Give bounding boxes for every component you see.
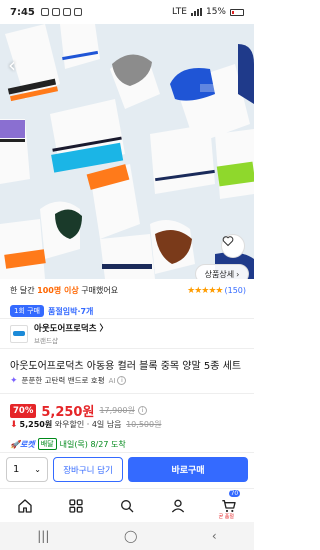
rocket-delivery-icon: 🚀로켓 [10,439,35,449]
original-price: 17,900원 [99,406,135,415]
stock-status: 품절임박·7개 [48,306,94,316]
battery-icon [230,8,244,16]
chevron-down-icon: ⌄ [34,465,41,474]
back-icon[interactable]: ‹ [212,529,217,543]
delivery-row: 🚀로켓 배달 내일(목) 8/27 도착 [10,438,246,450]
signal-icon [190,8,202,16]
home-circle-icon[interactable]: ◯ [124,529,137,543]
nav-cart[interactable]: 70 곧 품절 [215,489,243,520]
nav-home[interactable] [11,492,39,520]
divider [0,393,254,394]
socks-product-photo [0,24,254,279]
divider [0,318,254,319]
cart-icon [221,499,236,512]
product-detail-label: 상품상세 [204,269,235,279]
back-button[interactable]: ‹ [8,55,28,76]
price-row: 70% 5,250원 17,900원 i [10,401,246,420]
heart-icon [222,236,234,247]
wow-discount-text: 와우할인 · 4일 남음 [54,420,122,429]
battery-label: 15% [205,7,226,17]
purchase-bar: 1 ⌄ 장바구니 담기 바로구매 [0,452,254,486]
divider [0,348,254,349]
notification-icons [40,8,82,16]
status-bar: 7:45 LTE 15% [0,0,254,24]
buyers-rating-row: 한 달간 100명 이상 구매했어요 ★★★★★ (150) [10,285,246,296]
rating-link[interactable]: ★★★★★ (150) [187,286,246,296]
search-icon [120,499,134,512]
ai-summary-text: 푼푼한 고탄력 밴드로 호평 [21,376,105,385]
sale-price: 5,250원 [41,405,95,420]
bottom-nav: 70 곧 품절 [0,488,254,522]
buy-now-button[interactable]: 바로구매 [128,457,248,482]
cart-count-badge: 70 [228,489,241,497]
buyers-count: 100명 이상 [37,286,79,295]
add-to-cart-button[interactable]: 장바구니 담기 [53,457,123,482]
nav-category[interactable] [62,492,90,520]
brand-logo [10,324,28,343]
brand-name: 아웃도어프로덕츠 〉 [34,324,109,334]
ai-tag: AI [108,376,116,385]
review-count: (150) [224,286,246,295]
info-icon[interactable]: i [137,406,147,415]
star-rating-icon: ★★★★★ [187,285,223,296]
purchase-badge-row: 1회 구매 품절임박·7개 [10,305,246,317]
info-icon[interactable]: i [117,376,127,385]
brand-shop-link[interactable]: 아웃도어프로덕츠 〉 브랜드샵 [10,322,246,345]
home-icon [18,498,33,513]
delivery-date: 내일(목) 8/27 도착 [59,439,126,449]
ai-review-summary[interactable]: ✦ 푼푼한 고탄력 밴드로 호평 AI i [10,375,246,386]
down-arrow-icon: ⬇ [10,419,18,430]
cart-soldout-note: 곧 품절 [218,513,234,520]
system-navigation-bar: ||| ◯ ‹ [0,522,254,550]
quantity-value: 1 [13,464,20,475]
product-image-carousel[interactable]: ‹ 상품상세 › [0,24,254,279]
category-grid-icon [69,498,83,513]
buyers-suffix: 구매했어요 [81,286,119,295]
sparkle-icon: ✦ [10,375,18,386]
product-detail-button[interactable]: 상품상세 › [195,264,249,279]
wow-price: 5,250원 [19,420,53,429]
user-icon [171,499,184,512]
status-time: 7:45 [10,6,35,18]
wow-price-row: ⬇ 5,250원 와우할인 · 4일 남음 10,500원 [10,419,246,430]
nav-my[interactable] [164,492,192,520]
discount-badge: 70% [10,403,37,418]
nav-search[interactable] [113,492,141,520]
delivery-tag: 배달 [37,438,57,450]
status-right: LTE 15% [172,7,244,17]
quantity-select[interactable]: 1 ⌄ [6,457,48,482]
product-title: 아웃도어프로덕츠 아동용 컬러 블록 중목 양말 5종 세트 [10,361,242,372]
network-label: LTE [172,7,187,17]
buyers-prefix: 한 달간 [10,286,35,295]
purchase-count-badge: 1회 구매 [10,305,44,317]
recent-apps-icon[interactable]: ||| [37,529,49,543]
favorite-button[interactable] [221,234,245,258]
rocket-label: 로켓 [19,439,35,449]
chevron-right-icon: › [236,269,240,279]
wow-original-price: 10,500원 [126,420,162,429]
brand-shop-label: 브랜드샵 [34,337,58,345]
